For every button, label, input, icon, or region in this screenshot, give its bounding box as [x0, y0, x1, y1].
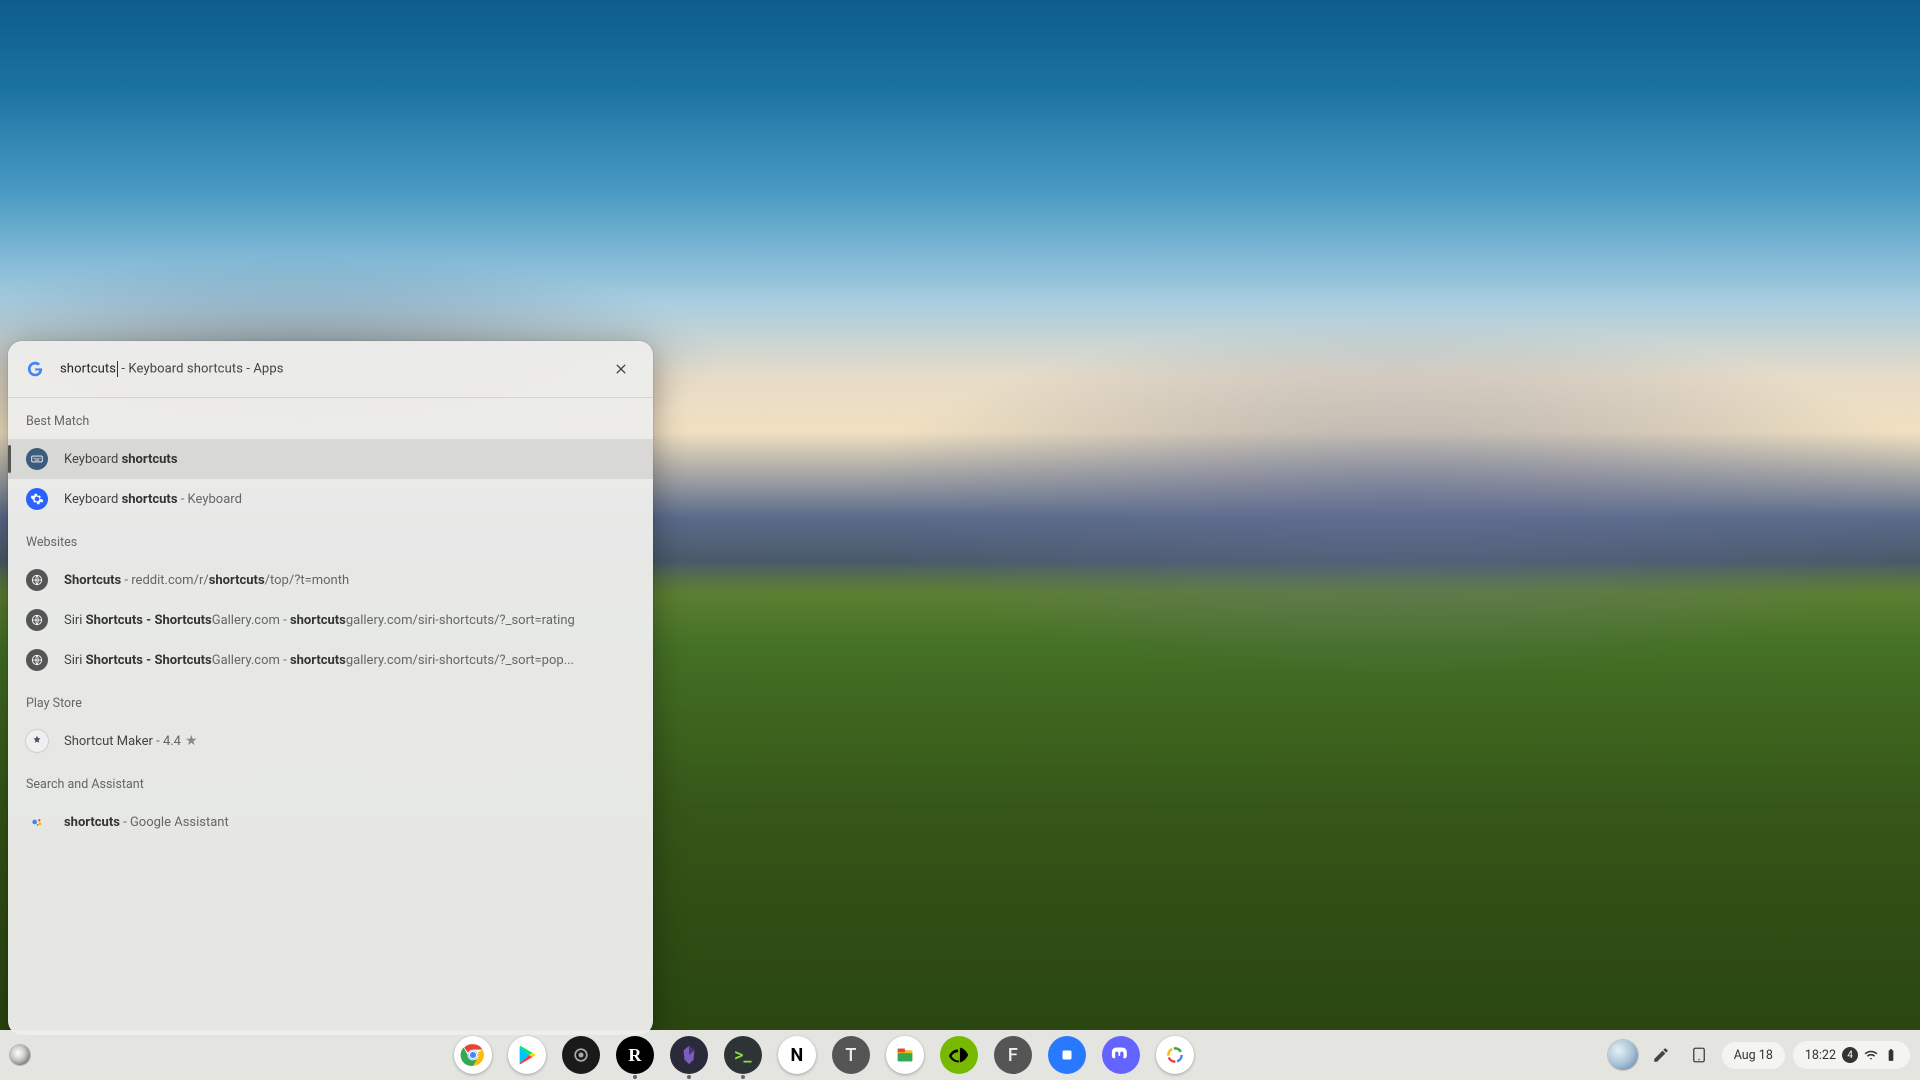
pen-icon [1652, 1046, 1670, 1064]
google-icon [26, 360, 44, 378]
globe-icon [26, 649, 48, 671]
globe-icon [26, 609, 48, 631]
launcher-button[interactable] [10, 1045, 30, 1065]
section-search-assistant: Search and Assistant [8, 761, 653, 802]
shelf-app-obsidian[interactable] [670, 1036, 708, 1074]
active-indicator [687, 1075, 691, 1079]
result-website-shortcutsgallery-2[interactable]: Siri Shortcuts - ShortcutsGallery.com - … [8, 640, 653, 680]
shelf-app-app-r[interactable]: R [616, 1036, 654, 1074]
tablet-mode-button[interactable] [1684, 1040, 1714, 1070]
keyboard-icon [26, 448, 48, 470]
notification-badge: 4 [1842, 1047, 1858, 1063]
result-label: Siri Shortcuts - ShortcutsGallery.com - … [64, 653, 574, 668]
section-play-store: Play Store [8, 680, 653, 721]
shelf-app-chrome[interactable] [454, 1036, 492, 1074]
shelf-app-app-f[interactable]: F [994, 1036, 1032, 1074]
result-label: Siri Shortcuts - ShortcutsGallery.com - … [64, 613, 575, 628]
search-bar[interactable]: shortcuts - Keyboard shortcuts - Apps [8, 341, 653, 398]
shelf-app-app-blue[interactable] [1048, 1036, 1086, 1074]
date-text: Aug 18 [1734, 1048, 1773, 1063]
time-text: 18:22 [1805, 1048, 1836, 1063]
shelf-app-terminal[interactable]: >_ [724, 1036, 762, 1074]
globe-icon [26, 569, 48, 591]
phone-hub-button[interactable] [1608, 1040, 1638, 1070]
result-website-shortcutsgallery-1[interactable]: Siri Shortcuts - ShortcutsGallery.com - … [8, 600, 653, 640]
result-website-reddit[interactable]: Shortcuts - reddit.com/r/shortcuts/top/?… [8, 560, 653, 600]
active-indicator [633, 1075, 637, 1079]
result-keyboard-shortcuts-settings[interactable]: Keyboard shortcuts - Keyboard [8, 479, 653, 519]
result-label: Shortcuts - reddit.com/r/shortcuts/top/?… [64, 573, 349, 588]
shelf-app-app-color[interactable] [1156, 1036, 1194, 1074]
shelf: R >_ NT F Aug 18 18:22 4 [0, 1030, 1920, 1080]
date-pill[interactable]: Aug 18 [1722, 1042, 1785, 1069]
result-label: shortcuts - Google Assistant [64, 815, 229, 830]
close-icon [613, 361, 629, 377]
result-playstore-shortcut-maker[interactable]: Shortcut Maker - 4.4★ [8, 721, 653, 761]
result-label: Shortcut Maker - 4.4★ [64, 733, 198, 749]
stylus-button[interactable] [1646, 1040, 1676, 1070]
shelf-app-notion[interactable]: N [778, 1036, 816, 1074]
shelf-app-play-store[interactable] [508, 1036, 546, 1074]
wifi-icon [1864, 1048, 1878, 1062]
clear-search-button[interactable] [607, 355, 635, 383]
shelf-app-nvidia[interactable] [940, 1036, 978, 1074]
assistant-icon [26, 811, 48, 833]
section-best-match: Best Match [8, 398, 653, 439]
shelf-apps: R >_ NT F [40, 1036, 1608, 1074]
result-label: Keyboard shortcuts - Keyboard [64, 492, 242, 507]
tablet-icon [1690, 1046, 1708, 1064]
shelf-app-mastodon[interactable] [1102, 1036, 1140, 1074]
result-keyboard-shortcuts[interactable]: Keyboard shortcuts [8, 439, 653, 479]
section-websites: Websites [8, 519, 653, 560]
settings-icon [26, 488, 48, 510]
app-icon [26, 730, 48, 752]
shelf-app-app-t[interactable]: T [832, 1036, 870, 1074]
active-indicator [741, 1075, 745, 1079]
shelf-app-app-3[interactable] [562, 1036, 600, 1074]
launcher-search-panel: shortcuts - Keyboard shortcuts - Apps Be… [8, 341, 653, 1035]
shelf-app-files[interactable] [886, 1036, 924, 1074]
battery-icon [1884, 1048, 1898, 1062]
search-query-text: shortcuts - Keyboard shortcuts - Apps [60, 361, 607, 377]
status-pill[interactable]: 18:22 4 [1793, 1041, 1910, 1069]
result-assistant-shortcuts[interactable]: shortcuts - Google Assistant [8, 802, 653, 842]
system-tray: Aug 18 18:22 4 [1608, 1040, 1920, 1070]
result-label: Keyboard shortcuts [64, 452, 178, 467]
star-icon: ★ [185, 733, 198, 749]
